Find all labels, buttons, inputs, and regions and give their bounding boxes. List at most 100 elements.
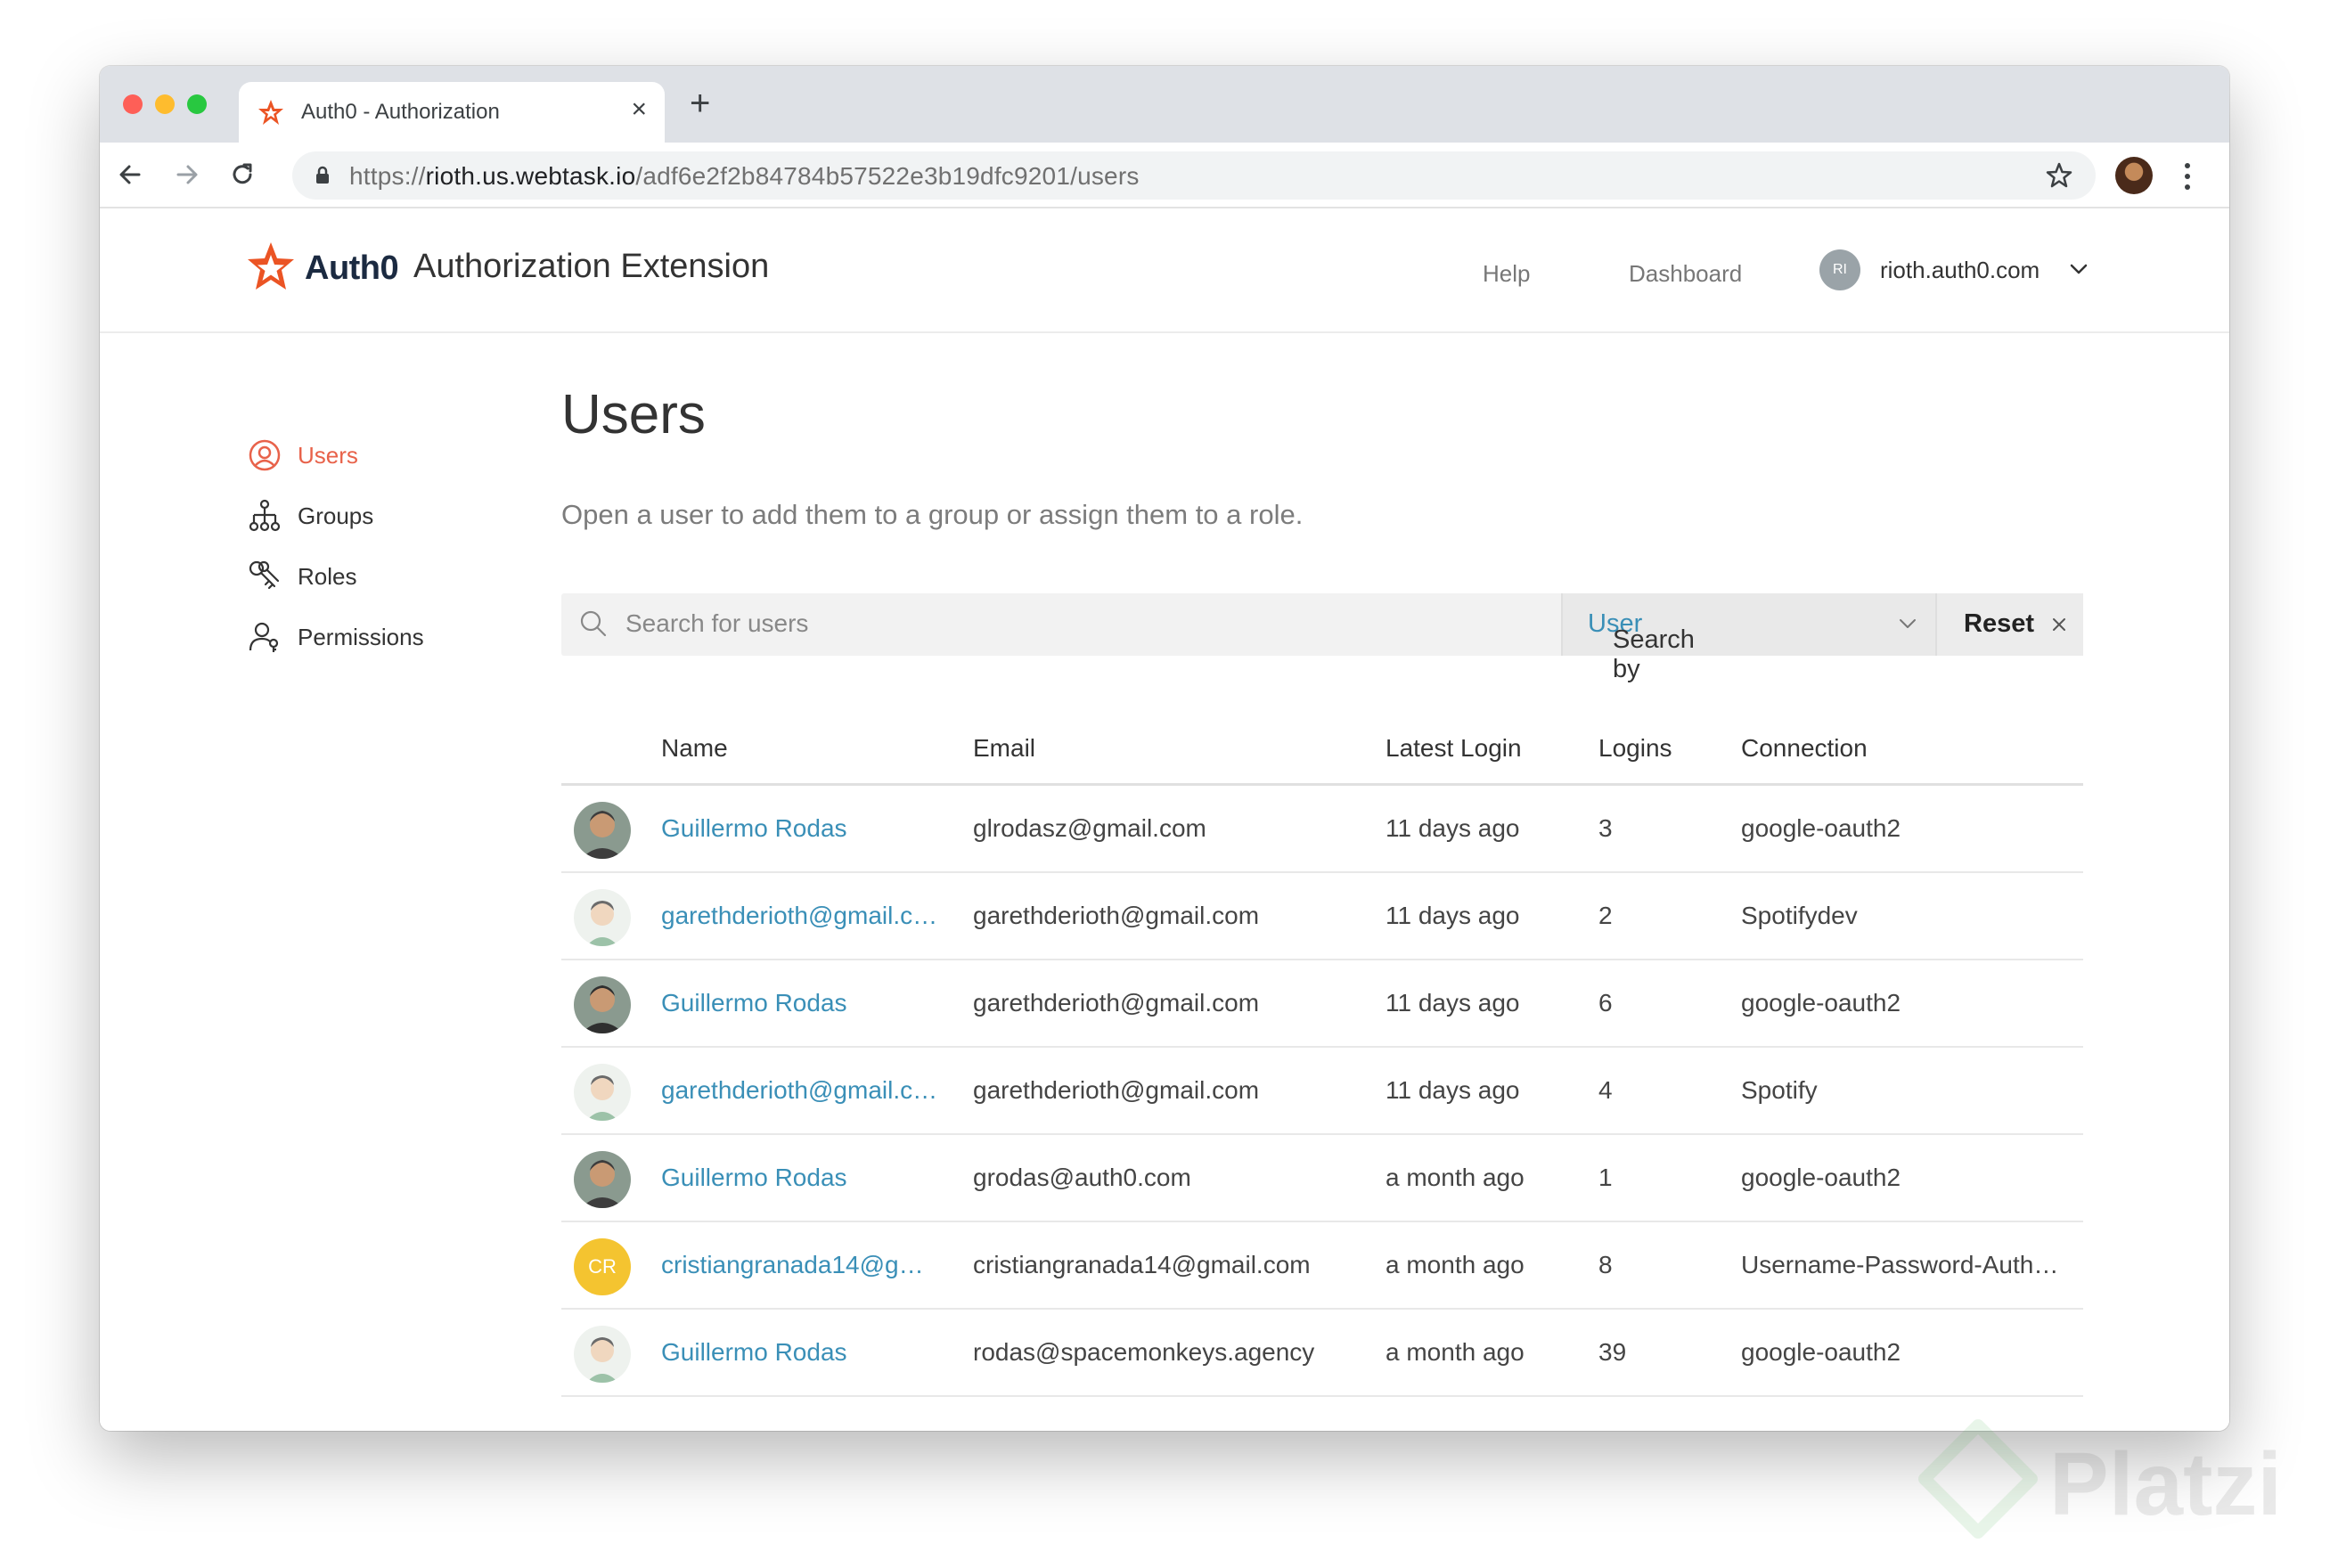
latest-login: 11 days ago: [1386, 902, 1520, 929]
user-name-link[interactable]: garethderioth@gmail.c…: [661, 902, 937, 930]
logins-count: 8: [1598, 1251, 1613, 1278]
user-name-link[interactable]: Guillermo Rodas: [661, 1338, 847, 1367]
url-protocol: https://: [349, 162, 426, 190]
logins-count: 2: [1598, 902, 1613, 929]
user-email: garethderioth@gmail.com: [973, 1076, 1260, 1104]
connection-name: google-oauth2: [1741, 989, 1901, 1017]
connection-name: google-oauth2: [1741, 1338, 1901, 1366]
latest-login: 11 days ago: [1386, 1076, 1520, 1104]
user-avatar: CR: [574, 1238, 631, 1295]
url-host: rioth.us.webtask.io: [425, 162, 636, 190]
search-bar: Search by User Reset: [561, 593, 2083, 683]
tab-bar: Auth0 - Authorization × +: [100, 66, 2229, 143]
column-header-logins: Logins: [1598, 734, 1672, 762]
column-header-email: Email: [973, 734, 1036, 762]
keys-icon: [249, 560, 280, 590]
app-title: Authorization Extension: [413, 248, 770, 285]
table-row[interactable]: garethderioth@gmail.c… garethderioth@gmai…: [561, 1048, 2083, 1135]
user-avatar: [574, 889, 631, 946]
browser-window: Auth0 - Authorization × + https://rioth.…: [100, 66, 2229, 1431]
user-avatar: [574, 1326, 631, 1383]
close-window-button[interactable]: [123, 94, 143, 114]
latest-login: a month ago: [1386, 1164, 1525, 1191]
connection-name: Spotifydev: [1741, 902, 1858, 929]
user-email: garethderioth@gmail.com: [973, 989, 1260, 1017]
browser-menu-icon[interactable]: [2183, 160, 2192, 192]
logins-count: 1: [1598, 1164, 1613, 1191]
minimize-window-button[interactable]: [155, 94, 175, 114]
sidebar-item-label: Roles: [298, 563, 357, 590]
search-by-select[interactable]: Search by User: [1561, 593, 1935, 683]
user-avatar[interactable]: RI: [1819, 249, 1860, 290]
table-row[interactable]: CR cristiangranada14@g… cristiangranada14@…: [561, 1222, 2083, 1310]
hierarchy-icon: [249, 499, 281, 532]
user-name-link[interactable]: Guillermo Rodas: [661, 989, 847, 1017]
table-row[interactable]: Guillermo Rodas garethderioth@gmail.com 11…: [561, 960, 2083, 1048]
bookmark-star-icon[interactable]: [2044, 160, 2074, 191]
close-tab-icon[interactable]: ×: [631, 94, 647, 125]
user-email: garethderioth@gmail.com: [973, 902, 1260, 929]
table-row[interactable]: Guillermo Rodas glrodasz@gmail.com 11 days…: [561, 786, 2083, 873]
table-row[interactable]: Guillermo Rodas rodas@spacemonkeys.agency…: [561, 1310, 2083, 1397]
auth0-favicon-icon: [258, 100, 283, 125]
connection-name: google-oauth2: [1741, 1164, 1901, 1191]
chevron-down-icon[interactable]: [2069, 262, 2089, 276]
user-avatar: [574, 976, 631, 1033]
users-table: Name Email Latest Login Logins Connectio…: [561, 707, 2083, 1397]
logins-count: 4: [1598, 1076, 1613, 1104]
user-key-icon: [249, 622, 279, 652]
latest-login: a month ago: [1386, 1338, 1525, 1366]
chevron-down-icon: [1900, 619, 1916, 628]
tab-title: Auth0 - Authorization: [301, 100, 500, 124]
page-title: Users: [561, 384, 706, 445]
user-circle-icon: [249, 439, 281, 471]
logins-count: 3: [1598, 814, 1613, 842]
logo-text: Auth0: [305, 249, 399, 287]
user-email: cristiangranada14@gmail.com: [973, 1251, 1311, 1278]
browser-tab[interactable]: Auth0 - Authorization ×: [239, 82, 665, 143]
close-icon: [2053, 618, 2065, 631]
sidebar-item-label: Groups: [298, 502, 374, 529]
user-email: rodas@spacemonkeys.agency: [973, 1338, 1315, 1366]
url-path: /adf6e2f2b84784b57522e3b19dfc9201/users: [635, 162, 1140, 190]
latest-login: 11 days ago: [1386, 989, 1520, 1017]
back-arrow-icon[interactable]: [114, 159, 146, 191]
user-email: grodas@auth0.com: [973, 1164, 1191, 1191]
table-row[interactable]: Guillermo Rodas grodas@auth0.com a month a…: [561, 1135, 2083, 1222]
maximize-window-button[interactable]: [187, 94, 207, 114]
column-header-latest-login: Latest Login: [1386, 734, 1522, 762]
forward-arrow-icon[interactable]: [171, 159, 203, 191]
search-input[interactable]: [625, 606, 1516, 641]
column-header-name: Name: [661, 734, 728, 762]
connection-name: Spotify: [1741, 1076, 1818, 1104]
sidebar-item-label: Users: [298, 442, 358, 469]
auth0-logo-icon[interactable]: [246, 241, 296, 292]
address-bar[interactable]: https://rioth.us.webtask.io/adf6e2f2b847…: [292, 151, 2096, 200]
new-tab-button[interactable]: +: [690, 84, 710, 124]
table-body: Guillermo Rodas glrodasz@gmail.com 11 days…: [561, 786, 2083, 1397]
tenant-name[interactable]: rioth.auth0.com: [1880, 257, 2040, 284]
lock-icon: [316, 166, 329, 184]
page-subtitle: Open a user to add them to a group or as…: [561, 499, 1304, 530]
help-link[interactable]: Help: [1483, 260, 1530, 288]
profile-avatar[interactable]: [2115, 157, 2153, 194]
latest-login: a month ago: [1386, 1251, 1525, 1278]
sidebar-item-label: Permissions: [298, 624, 424, 650]
user-avatar: [574, 1151, 631, 1208]
search-by-text: Search by User: [1588, 609, 1695, 683]
logins-count: 6: [1598, 989, 1613, 1017]
reload-icon[interactable]: [226, 159, 258, 191]
dashboard-link[interactable]: Dashboard: [1629, 260, 1742, 288]
page-content: Auth0 Authorization Extension Help Dashb…: [100, 208, 2229, 1431]
user-name-link[interactable]: garethderioth@gmail.c…: [661, 1076, 937, 1105]
table-row[interactable]: garethderioth@gmail.c… garethderioth@gmai…: [561, 873, 2083, 960]
url-text: https://rioth.us.webtask.io/adf6e2f2b847…: [349, 162, 1140, 191]
column-header-connection: Connection: [1741, 734, 1868, 762]
user-name-link[interactable]: cristiangranada14@g…: [661, 1251, 924, 1279]
reset-button[interactable]: Reset: [1935, 593, 2083, 656]
search-icon: [580, 610, 607, 637]
user-name-link[interactable]: Guillermo Rodas: [661, 1164, 847, 1192]
user-name-link[interactable]: Guillermo Rodas: [661, 814, 847, 843]
logins-count: 39: [1598, 1338, 1627, 1366]
connection-name: Username-Password-Auth…: [1741, 1251, 2059, 1278]
